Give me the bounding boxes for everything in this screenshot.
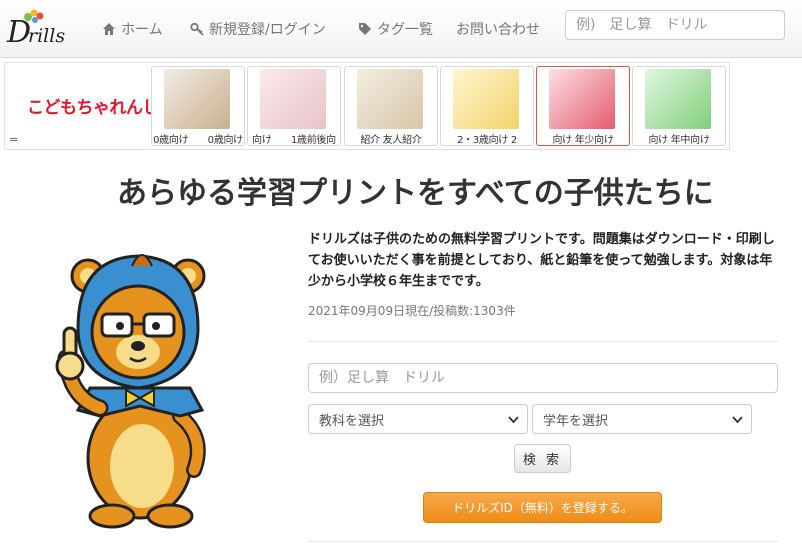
card-image <box>453 69 519 129</box>
subject-select[interactable]: 教科を選択 <box>308 404 528 434</box>
banner-card-1sai[interactable]: 向け 1歳前後向 <box>247 66 341 146</box>
nav-contact[interactable]: お問い合わせ <box>456 19 540 39</box>
nav-tags-label: タグ一覧 <box>377 22 433 38</box>
grade-select[interactable]: 学年を選択 <box>532 404 752 434</box>
nav-search-input[interactable] <box>565 10 785 40</box>
nav-register-label: 新規登録/ログイン <box>209 22 326 38</box>
search-button[interactable]: 検 索 <box>514 444 571 473</box>
chevron-down-icon <box>508 416 519 424</box>
card-image <box>260 69 326 129</box>
page-headline: あらゆる学習プリントをすべての子供たちに <box>117 176 714 211</box>
register-drills-id-button[interactable]: ドリルズID（無料）を登録する。 <box>423 492 662 523</box>
banner-marker: = <box>9 133 19 146</box>
card-caption: 向け 年中向け <box>648 135 710 146</box>
card-image <box>645 69 711 129</box>
nav-home-label: ホーム <box>121 22 163 38</box>
banner-card-nenchu[interactable]: 向け 年中向け <box>632 66 726 146</box>
card-image <box>357 69 423 129</box>
tag-icon <box>358 22 372 36</box>
nav-register-login[interactable]: 新規登録/ログイン <box>190 19 326 39</box>
card-image <box>164 69 230 129</box>
divider <box>308 341 778 342</box>
card-caption: 向け 年少向け <box>552 135 614 146</box>
grade-select-value: 学年を選択 <box>543 413 609 429</box>
banner-card-nensho[interactable]: 向け 年少向け <box>536 66 630 146</box>
key-icon <box>190 22 204 36</box>
card-caption: 紹介 友人紹介 <box>360 135 422 146</box>
banner-card-friend[interactable]: 紹介 友人紹介 <box>344 66 438 146</box>
drills-logo[interactable]: D rills <box>4 6 70 52</box>
site-intro-text: ドリルズは子供のための無料学習プリントです。問題集はダウンロード・印刷してお使い… <box>308 232 775 289</box>
card-caption: 向け 1歳前後向 <box>252 135 336 146</box>
main-search-input[interactable] <box>308 363 778 393</box>
subject-select-value: 教科を選択 <box>319 413 385 429</box>
banner-card-2-3sai[interactable]: 2・3歳向け 2 <box>440 66 534 146</box>
chevron-down-icon <box>732 416 743 424</box>
top-navbar: D rills ホーム 新規登録/ログイン タグ一覧 お問い合わせ <box>0 0 802 58</box>
nav-tags[interactable]: タグ一覧 <box>358 19 433 39</box>
card-caption: 2・3歳向け 2 <box>457 135 517 146</box>
post-count-meta: 2021年09月09日現在/投稿数:1303件 <box>308 304 516 318</box>
card-caption: 0歳向け 0歳向け <box>153 135 243 146</box>
nav-home[interactable]: ホーム <box>102 19 163 39</box>
svg-text:rills: rills <box>28 25 65 47</box>
card-image <box>549 69 615 129</box>
home-icon <box>102 22 116 36</box>
bear-mascot-illustration <box>55 254 206 529</box>
banner-card-0sai[interactable]: 0歳向け 0歳向け <box>151 66 245 146</box>
divider <box>308 541 778 542</box>
kodomo-challenge-banner[interactable]: こどもちゃれんじ = 0歳向け 0歳向け 向け 1歳前後向 紹介 友人紹介 2・… <box>4 62 730 150</box>
nav-contact-label: お問い合わせ <box>456 22 540 38</box>
kodomo-challenge-logo[interactable]: こどもちゃれんじ <box>27 93 160 118</box>
